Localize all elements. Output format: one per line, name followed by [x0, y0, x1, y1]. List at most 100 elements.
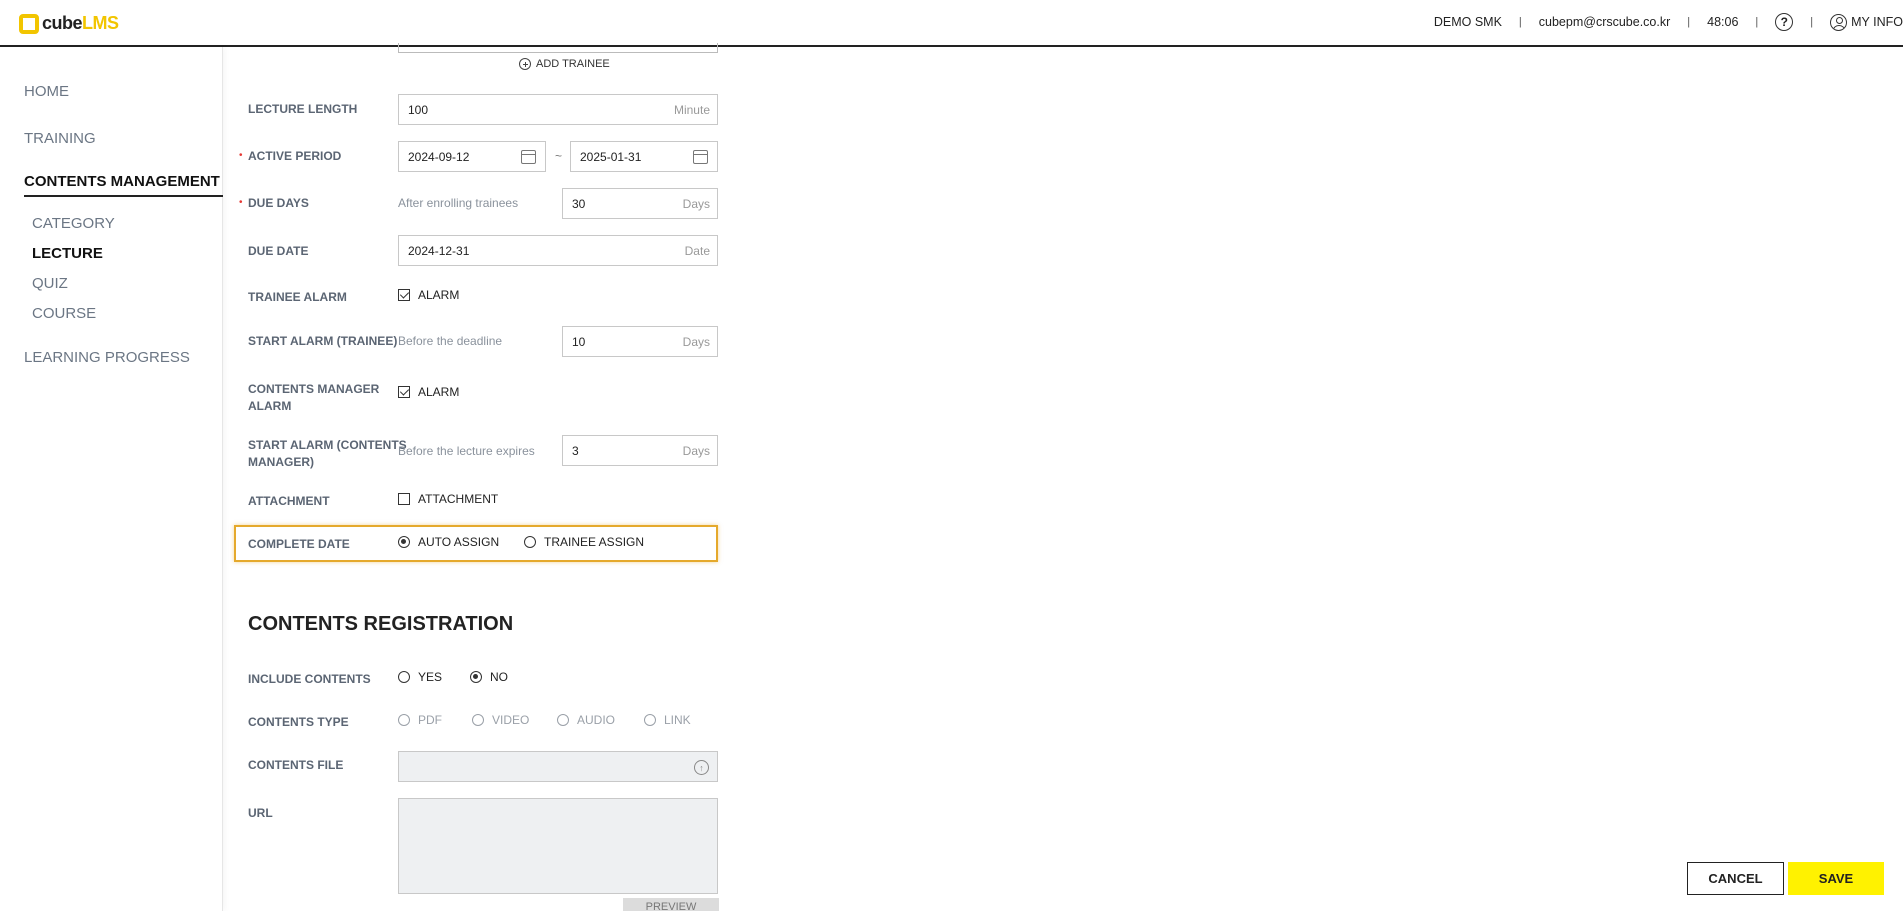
nav-learning-progress[interactable]: LEARNING PROGRESS: [24, 349, 190, 366]
radio-disabled-icon: [644, 714, 656, 726]
radio-trainee-assign[interactable]: TRAINEE ASSIGN: [524, 535, 644, 549]
start-alarm-manager-hint: Before the lecture expires: [398, 444, 535, 458]
radio-type-link[interactable]: LINK: [644, 713, 691, 727]
type-link-label: LINK: [664, 713, 691, 727]
contents-registration-title: CONTENTS REGISTRATION: [248, 613, 514, 635]
header-user-area: DEMO SMK | cubepm@crscube.co.kr | 48:06 …: [1434, 13, 1903, 31]
logo-text: cubeLMS: [42, 13, 119, 33]
separator: |: [1518, 16, 1522, 28]
calendar-icon[interactable]: [521, 150, 536, 164]
radio-auto-assign[interactable]: AUTO ASSIGN: [398, 535, 499, 549]
help-circle-icon[interactable]: ?: [1775, 13, 1794, 31]
url-textarea[interactable]: [398, 798, 718, 894]
due-date-input[interactable]: 2024-12-31 Date: [398, 235, 718, 266]
attachment-label: ATTACHMENT: [248, 494, 330, 508]
radio-unselected-icon: [524, 536, 536, 548]
contents-manager-alarm-checkbox[interactable]: ALARM: [398, 385, 459, 399]
add-trainee-label: ADD TRAINEE: [536, 58, 610, 70]
user-email: cubepm@crscube.co.kr: [1538, 15, 1671, 29]
active-nav-underline: [24, 195, 223, 197]
due-days-label: DUE DAYS: [248, 196, 309, 210]
due-days-unit: Days: [682, 197, 710, 211]
radio-include-yes[interactable]: YES: [398, 670, 442, 684]
top-header: cubeLMS DEMO SMK | cubepm@crscube.co.kr …: [0, 0, 1903, 47]
trainee-alarm-checkbox[interactable]: ALARM: [398, 288, 459, 302]
nav-home[interactable]: HOME: [24, 83, 69, 100]
include-contents-label: INCLUDE CONTENTS: [248, 672, 371, 686]
nav-contents-management[interactable]: CONTENTS MANAGEMENT: [24, 173, 220, 190]
due-days-input[interactable]: 30 Days: [562, 188, 718, 219]
trainee-assign-label: TRAINEE ASSIGN: [544, 535, 645, 549]
plus-circle-icon: [519, 58, 531, 70]
checkbox-checked-icon: [398, 386, 410, 398]
date-range-tilde: ~: [555, 149, 563, 163]
subnav-quiz[interactable]: QUIZ: [32, 275, 68, 292]
user-circle-icon: [1830, 13, 1848, 31]
complete-date-label: COMPLETE DATE: [248, 537, 350, 551]
start-alarm-manager-value: 3: [572, 443, 579, 458]
start-alarm-manager-label: START ALARM (CONTENTS MANAGER): [248, 438, 407, 469]
radio-disabled-icon: [557, 714, 569, 726]
lecture-length-value: 100: [408, 102, 429, 117]
cubelms-logo[interactable]: cubeLMS: [19, 13, 119, 34]
active-period-start-input[interactable]: 2024-09-12: [398, 141, 546, 172]
trainee-list-field[interactable]: [398, 43, 718, 53]
due-date-unit: Date: [684, 244, 710, 258]
user-name: DEMO SMK: [1433, 15, 1502, 29]
trainee-alarm-option: ALARM: [418, 288, 460, 302]
include-yes-label: YES: [418, 670, 443, 684]
lecture-length-label: LECTURE LENGTH: [248, 102, 358, 116]
contents-file-input[interactable]: ↑: [398, 751, 718, 782]
lecture-length-input[interactable]: 100 Minute: [398, 94, 718, 125]
contents-manager-alarm-label: CONTENTS MANAGER ALARM: [248, 382, 380, 413]
cancel-button[interactable]: CANCEL: [1687, 862, 1784, 895]
radio-include-no[interactable]: NO: [470, 670, 508, 684]
checkbox-unchecked-icon: [398, 493, 410, 505]
add-trainee-button[interactable]: ADD TRAINEE: [519, 58, 610, 70]
active-period-label: ACTIVE PERIOD: [248, 149, 342, 163]
active-period-end-value: 2025-01-31: [580, 149, 642, 164]
lecture-length-unit: Minute: [673, 103, 710, 117]
separator: |: [1755, 16, 1759, 28]
attachment-option: ATTACHMENT: [418, 492, 499, 506]
radio-type-pdf[interactable]: PDF: [398, 713, 442, 727]
attachment-checkbox[interactable]: ATTACHMENT: [398, 492, 498, 506]
required-mark: •: [239, 197, 243, 208]
start-alarm-trainee-input[interactable]: 10 Days: [562, 326, 718, 357]
calendar-icon[interactable]: [693, 150, 708, 164]
contents-manager-alarm-option: ALARM: [418, 385, 460, 399]
radio-type-audio[interactable]: AUDIO: [557, 713, 615, 727]
sidebar: HOME TRAINING CONTENTS MANAGEMENT CATEGO…: [0, 47, 223, 911]
contents-file-label: CONTENTS FILE: [248, 758, 344, 772]
active-period-start-value: 2024-09-12: [408, 149, 470, 164]
radio-unselected-icon: [398, 671, 410, 683]
subnav-lecture[interactable]: LECTURE: [32, 245, 103, 262]
subnav-category[interactable]: CATEGORY: [32, 215, 115, 232]
separator: |: [1687, 16, 1691, 28]
start-alarm-manager-unit: Days: [682, 444, 710, 458]
url-label: URL: [248, 806, 273, 820]
lecture-form: ADD TRAINEE LECTURE LENGTH 100 Minute • …: [224, 43, 1903, 911]
save-button[interactable]: SAVE: [1788, 862, 1884, 895]
trainee-alarm-label: TRAINEE ALARM: [248, 290, 347, 304]
subnav-course[interactable]: COURSE: [32, 305, 96, 322]
active-period-end-input[interactable]: 2025-01-31: [570, 141, 718, 172]
radio-selected-icon: [470, 671, 482, 683]
nav-training[interactable]: TRAINING: [24, 130, 96, 147]
start-alarm-manager-input[interactable]: 3 Days: [562, 435, 718, 466]
my-info-button[interactable]: MY INFO: [1830, 13, 1903, 31]
due-date-label: DUE DATE: [248, 244, 309, 258]
my-info-label: MY INFO: [1851, 15, 1903, 29]
type-pdf-label: PDF: [418, 713, 442, 727]
start-alarm-trainee-value: 10: [572, 334, 586, 349]
start-alarm-trainee-unit: Days: [682, 335, 710, 349]
preview-button[interactable]: PREVIEW: [623, 898, 719, 911]
due-days-hint: After enrolling trainees: [398, 196, 519, 210]
required-mark: •: [239, 150, 243, 161]
auto-assign-label: AUTO ASSIGN: [418, 535, 500, 549]
upload-icon[interactable]: ↑: [694, 760, 709, 775]
checkbox-checked-icon: [398, 289, 410, 301]
start-alarm-trainee-hint: Before the deadline: [398, 334, 503, 348]
due-days-value: 30: [572, 196, 586, 211]
radio-type-video[interactable]: VIDEO: [472, 713, 529, 727]
